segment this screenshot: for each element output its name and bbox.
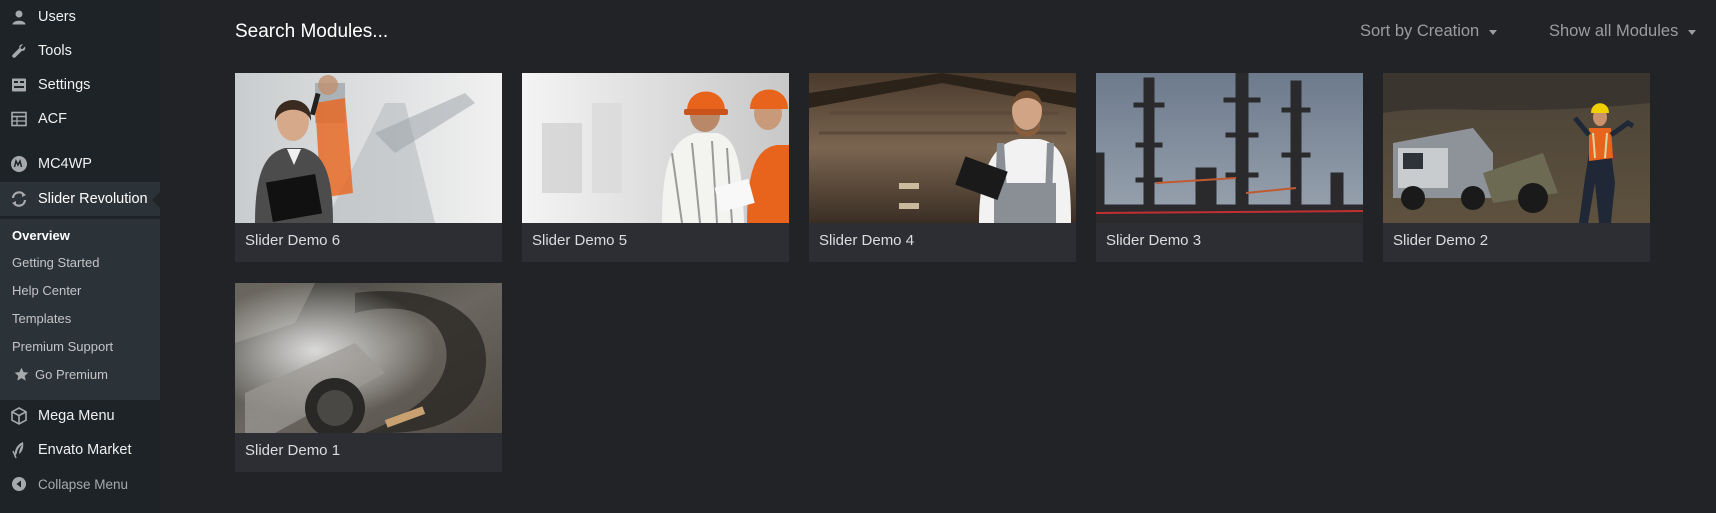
module-thumbnail bbox=[1096, 73, 1363, 223]
sidebar-item-label: MC4WP bbox=[38, 156, 92, 172]
wrench-icon bbox=[9, 41, 29, 61]
submenu-overview[interactable]: Overview bbox=[12, 228, 70, 243]
module-thumbnail bbox=[235, 283, 502, 433]
module-thumbnail bbox=[522, 73, 789, 223]
module-card-slider-demo-5[interactable]: Slider Demo 5 bbox=[522, 73, 789, 262]
sidebar-item-label: Collapse Menu bbox=[38, 476, 129, 492]
sidebar-item-tools[interactable]: Tools bbox=[0, 34, 160, 68]
refresh-icon bbox=[9, 189, 29, 209]
sidebar-item-envato-market[interactable]: Envato Market bbox=[0, 433, 160, 467]
sidebar-item-label: Settings bbox=[38, 77, 91, 93]
chevron-down-icon bbox=[1688, 30, 1697, 35]
sidebar-item-users[interactable]: Users bbox=[0, 0, 160, 34]
sort-dropdown-label: Sort by Creation bbox=[1360, 22, 1480, 40]
sidebar-item-mc4wp[interactable]: MC4WP bbox=[0, 147, 160, 181]
search-modules-input[interactable]: Search Modules... bbox=[235, 21, 388, 43]
module-card-slider-demo-3[interactable]: Slider Demo 3 bbox=[1096, 73, 1363, 262]
submenu-premium-support[interactable]: Premium Support bbox=[12, 339, 113, 354]
user-icon bbox=[9, 7, 29, 27]
admin-sidebar: Users Tools Settings ACF MC4WP Slider Re… bbox=[0, 0, 160, 513]
sort-dropdown[interactable]: Sort by Creation bbox=[1360, 22, 1498, 41]
cube-icon bbox=[9, 406, 29, 426]
module-title: Slider Demo 1 bbox=[245, 442, 341, 459]
table-icon bbox=[9, 109, 29, 129]
module-title: Slider Demo 3 bbox=[1106, 232, 1202, 249]
module-title: Slider Demo 2 bbox=[1393, 232, 1489, 249]
module-card-slider-demo-1[interactable]: Slider Demo 1 bbox=[235, 283, 502, 472]
sidebar-item-label: Users bbox=[38, 9, 76, 25]
filter-dropdown[interactable]: Show all Modules bbox=[1549, 22, 1697, 41]
submenu-getting-started[interactable]: Getting Started bbox=[12, 255, 99, 270]
module-card-slider-demo-4[interactable]: Slider Demo 4 bbox=[809, 73, 1076, 262]
filter-dropdown-label: Show all Modules bbox=[1549, 22, 1679, 40]
collapse-menu-button[interactable]: Collapse Menu bbox=[0, 467, 160, 501]
chevron-down-icon bbox=[1489, 30, 1498, 35]
sidebar-item-label: Go Premium bbox=[35, 367, 108, 382]
module-card-slider-demo-2[interactable]: Slider Demo 2 bbox=[1383, 73, 1650, 262]
mc4wp-icon bbox=[9, 154, 29, 174]
module-thumbnail bbox=[1383, 73, 1650, 223]
submenu-go-premium[interactable]: Go Premium bbox=[14, 367, 108, 382]
module-title: Slider Demo 5 bbox=[532, 232, 628, 249]
collapse-icon bbox=[9, 474, 29, 494]
sidebar-item-label: Tools bbox=[38, 43, 72, 59]
active-indicator-arrow bbox=[152, 192, 160, 208]
module-title: Slider Demo 6 bbox=[245, 232, 341, 249]
module-thumbnail bbox=[235, 73, 502, 223]
sidebar-item-acf[interactable]: ACF bbox=[0, 102, 160, 136]
module-thumbnail bbox=[809, 73, 1076, 223]
star-icon bbox=[14, 367, 29, 381]
sidebar-item-slider-revolution[interactable]: Slider Revolution bbox=[0, 182, 160, 216]
slider-revolution-submenu: Overview Getting Started Help Center Tem… bbox=[0, 219, 160, 400]
submenu-templates[interactable]: Templates bbox=[12, 311, 71, 326]
sidebar-item-label: ACF bbox=[38, 111, 67, 127]
sidebar-item-settings[interactable]: Settings bbox=[0, 68, 160, 102]
leaf-icon bbox=[9, 440, 29, 460]
sidebar-item-label: Slider Revolution bbox=[38, 191, 148, 207]
submenu-help-center[interactable]: Help Center bbox=[12, 283, 81, 298]
sidebar-item-label: Envato Market bbox=[38, 442, 132, 458]
sidebar-item-label: Mega Menu bbox=[38, 408, 115, 424]
module-title: Slider Demo 4 bbox=[819, 232, 915, 249]
settings-icon bbox=[9, 75, 29, 95]
module-card-slider-demo-6[interactable]: Slider Demo 6 bbox=[235, 73, 502, 262]
sidebar-item-mega-menu[interactable]: Mega Menu bbox=[0, 399, 160, 433]
